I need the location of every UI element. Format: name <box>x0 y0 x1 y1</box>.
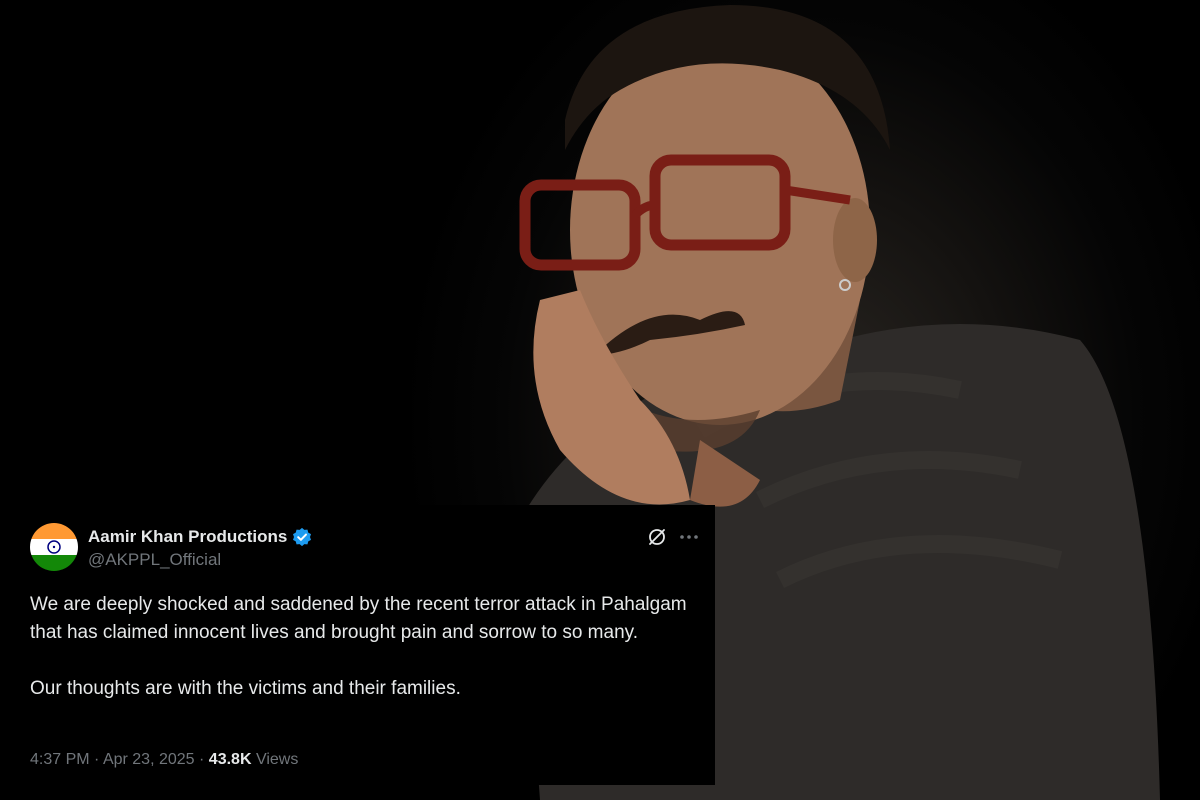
separator: · <box>199 751 205 768</box>
views-label: Views <box>255 751 299 768</box>
tweet-metadata: 4:37 PM · Apr 23, 2025 · 43.8K Views <box>30 751 298 769</box>
tweet-time[interactable]: 4:37 PM <box>30 751 90 768</box>
account-name[interactable]: Aamir Khan Productions <box>88 527 287 547</box>
tweet-date[interactable]: Apr 23, 2025 <box>103 751 195 768</box>
grok-icon[interactable] <box>646 526 668 548</box>
more-options-icon[interactable] <box>678 526 700 548</box>
tweet-card[interactable]: Aamir Khan Productions @AKPPL_Official W… <box>22 505 715 785</box>
india-flag-icon[interactable] <box>30 523 78 571</box>
views-count[interactable]: 43.8K <box>209 751 252 768</box>
account-name-row: Aamir Khan Productions <box>88 527 312 547</box>
account-handle[interactable]: @AKPPL_Official <box>88 550 221 570</box>
separator: · <box>94 751 100 768</box>
tweet-paragraph: We are deeply shocked and saddened by th… <box>30 594 687 643</box>
tweet-body: We are deeply shocked and saddened by th… <box>30 591 690 703</box>
tweet-paragraph: Our thoughts are with the victims and th… <box>30 678 461 699</box>
verified-badge-icon <box>293 527 312 547</box>
